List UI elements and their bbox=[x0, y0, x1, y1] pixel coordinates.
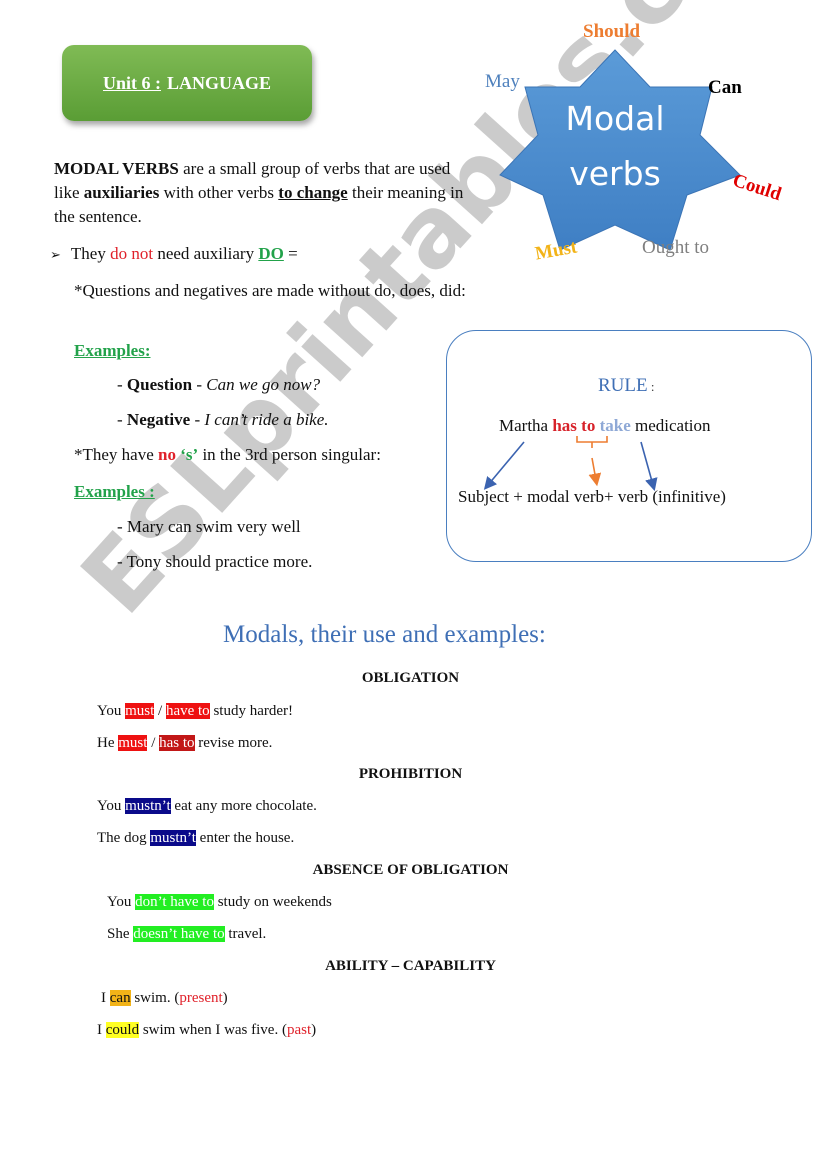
obligation-example-2: He must / has to revise more. bbox=[97, 735, 273, 751]
note-text: *They have bbox=[74, 445, 159, 464]
star-center-line1: Modal bbox=[566, 99, 665, 138]
star-polygon bbox=[499, 49, 741, 251]
bullet-text: need auxiliary bbox=[153, 244, 259, 263]
example-item: - Tony should practice more. bbox=[117, 552, 313, 571]
question-label: Question bbox=[126, 375, 193, 394]
example-question: - Question - Can we go now? bbox=[117, 375, 321, 394]
note-text: in the 3rd person singular: bbox=[198, 445, 381, 464]
intro-auxiliaries: auxiliaries bbox=[83, 183, 160, 202]
category-obligation: OBLIGATION bbox=[361, 670, 460, 686]
absence-example-2: She doesn’t have to travel. bbox=[107, 926, 267, 942]
intro-term: MODAL VERBS bbox=[54, 159, 179, 178]
highlight-could: could bbox=[105, 1022, 140, 1038]
tense-past: past bbox=[286, 1022, 312, 1038]
category-ability: ABILITY – CAPABILITY bbox=[325, 958, 496, 974]
third-person-note: *They have no ‘s’ in the 3rd person sing… bbox=[74, 443, 381, 467]
ability-example-2: I could swim when I was five. (past) bbox=[97, 1022, 317, 1038]
ability-example-1: I can swim. (present) bbox=[101, 990, 228, 1006]
highlight-mustnt: mustn’t bbox=[125, 798, 171, 814]
unit-title: LANGUAGE bbox=[166, 72, 271, 93]
rule-title: RULE : bbox=[598, 374, 654, 399]
absence-example-1: You don’t have to study on weekends bbox=[107, 894, 332, 910]
star-shape: Modal verbs bbox=[499, 49, 741, 251]
note-no: no bbox=[158, 445, 176, 464]
example-item: - Mary can swim very well bbox=[117, 517, 301, 536]
category-absence-of-obligation: ABSENCE OF OBLIGATION bbox=[312, 862, 509, 878]
bullet-no-do: ➢ They do not need auxiliary DO = bbox=[50, 242, 298, 267]
highlight-dont-have-to: don’t have to bbox=[135, 894, 214, 910]
prohibition-example-1: You mustn’t eat any more chocolate. bbox=[97, 798, 317, 814]
highlight-has-to: has to bbox=[159, 735, 195, 751]
star-label-should: Should bbox=[583, 21, 641, 42]
highlight-doesnt-have-to: doesn’t have to bbox=[133, 926, 225, 942]
highlight-must: must bbox=[118, 735, 148, 751]
brace-modal bbox=[576, 436, 608, 448]
highlight-have-to: have to bbox=[165, 703, 210, 719]
star-center-line2: verbs bbox=[569, 154, 661, 193]
unit-title-box: Unit 6 : LANGUAGE bbox=[62, 45, 312, 121]
star-label-can: Can bbox=[708, 77, 742, 98]
rule-colon: : bbox=[647, 379, 655, 394]
arrow-verb bbox=[640, 441, 658, 492]
questions-note: *Questions and negatives are made withou… bbox=[74, 281, 466, 300]
bullet-text: = bbox=[283, 244, 298, 263]
section-title: Modals, their use and examples: bbox=[223, 621, 546, 648]
examples-heading-2: Examples : bbox=[74, 482, 155, 501]
intro-to-change: to change bbox=[278, 183, 348, 202]
bullet-do-not: do not bbox=[110, 244, 154, 263]
negative-label: Negative bbox=[126, 410, 191, 429]
examples-heading-1: Examples: bbox=[74, 341, 151, 360]
example-negative: - Negative - I can’t ride a bike. bbox=[117, 410, 329, 429]
question-text: Can we go now? bbox=[206, 375, 321, 394]
rule-title-text: RULE bbox=[598, 375, 648, 396]
intro-paragraph: MODAL VERBS are a small group of verbs t… bbox=[54, 157, 474, 229]
star-label-may: May bbox=[485, 71, 520, 92]
bullet-text: They bbox=[70, 244, 111, 263]
modal-verbs-star: Modal verbs Should May Can Could Must Ou… bbox=[480, 15, 810, 275]
rule-formula: Subject + modal verb+ verb (infinitive) bbox=[458, 487, 726, 506]
category-prohibition: PROHIBITION bbox=[358, 766, 463, 782]
star-label-ought-to: Ought to bbox=[642, 237, 710, 258]
arrow-subject bbox=[483, 441, 525, 490]
prohibition-example-2: The dog mustn’t enter the house. bbox=[97, 830, 295, 846]
unit-number: Unit 6 : bbox=[102, 72, 161, 93]
highlight-mustnt: mustn’t bbox=[150, 830, 196, 846]
note-s: ‘s’ bbox=[180, 445, 199, 464]
arrow-modal bbox=[588, 457, 602, 487]
obligation-example-1: You must / have to study harder! bbox=[97, 703, 293, 719]
highlight-can: can bbox=[109, 990, 131, 1006]
highlight-must: must bbox=[125, 703, 155, 719]
arrow-bullet-icon: ➢ bbox=[50, 247, 61, 262]
tense-present: present bbox=[179, 990, 223, 1006]
bullet-do: DO bbox=[258, 244, 284, 263]
negative-text: I can’t ride a bike. bbox=[204, 410, 329, 429]
intro-text: with other verbs bbox=[159, 183, 279, 202]
